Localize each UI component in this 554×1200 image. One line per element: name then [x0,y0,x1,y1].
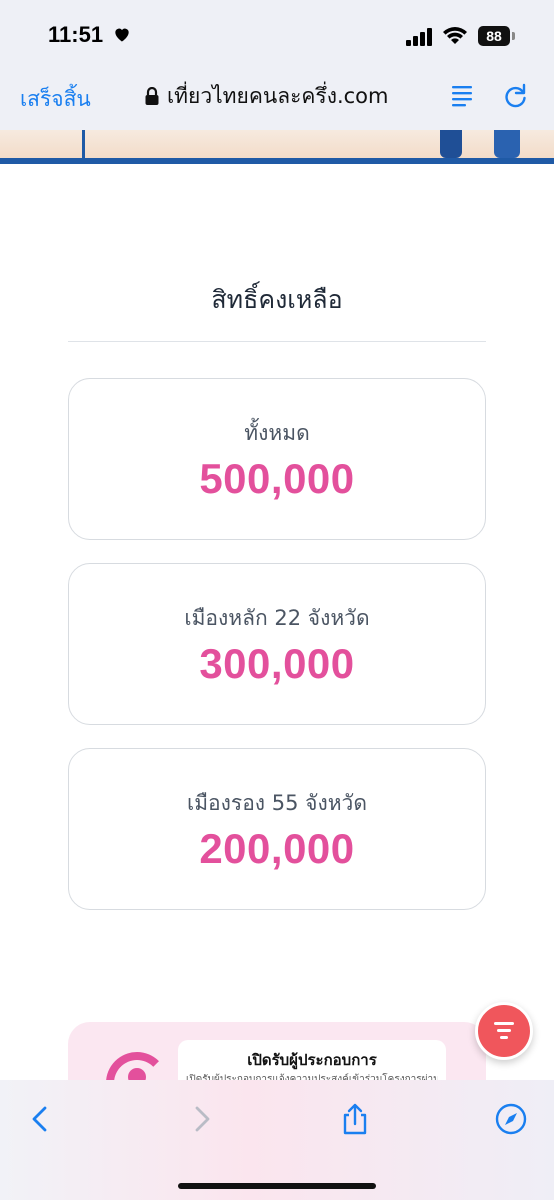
banner-figure [494,130,520,158]
banner-pole [82,130,85,158]
quota-card-total: ทั้งหมด 500,000 [68,378,486,540]
chevron-left-icon[interactable] [24,1102,58,1136]
reader-icon[interactable] [450,82,474,110]
quota-value: 500,000 [199,455,355,502]
quota-card-major-cities: เมืองหลัก 22 จังหวัด 300,000 [68,563,486,725]
reload-icon[interactable] [503,82,529,110]
browser-bottom-toolbar [0,1080,554,1200]
battery-cap [512,32,515,40]
url-text: เที่ยวไทยคนละครึ่ง.com [167,83,389,108]
heart-icon [115,28,129,42]
quota-label: ทั้งหมด [244,421,310,445]
browser-toolbar: เสร็จสิ้น เที่ยวไทยคนละครึ่ง.com [0,68,554,130]
section-title: สิทธิ์คงเหลือ [211,285,343,314]
signal-icon [406,28,432,46]
chat-button[interactable] [475,1002,533,1060]
quota-card-secondary-cities: เมืองรอง 55 จังหวัด 200,000 [68,748,486,910]
status-bar: 11:51 88 [0,0,554,68]
promo-title: เปิดรับผู้ประกอบการ [247,1051,377,1069]
quota-value: 300,000 [199,640,355,687]
compass-icon[interactable] [494,1102,528,1136]
address-bar[interactable]: เที่ยวไทยคนละครึ่ง.com [145,80,388,112]
lock-icon [145,87,159,105]
chevron-right-icon[interactable] [184,1102,218,1136]
home-indicator [178,1183,376,1189]
chat-icon [494,1022,514,1039]
quota-label: เมืองหลัก 22 จังหวัด [184,606,370,630]
quota-label: เมืองรอง 55 จังหวัด [187,791,367,815]
divider [68,341,486,342]
status-time: 11:51 [48,22,104,47]
battery-indicator: 88 [478,26,510,46]
quota-value: 200,000 [199,825,355,872]
share-icon[interactable] [338,1102,372,1136]
hero-banner [0,130,554,164]
wifi-icon [443,27,467,44]
done-button[interactable]: เสร็จสิ้น [20,83,91,116]
banner-figure [440,130,462,158]
